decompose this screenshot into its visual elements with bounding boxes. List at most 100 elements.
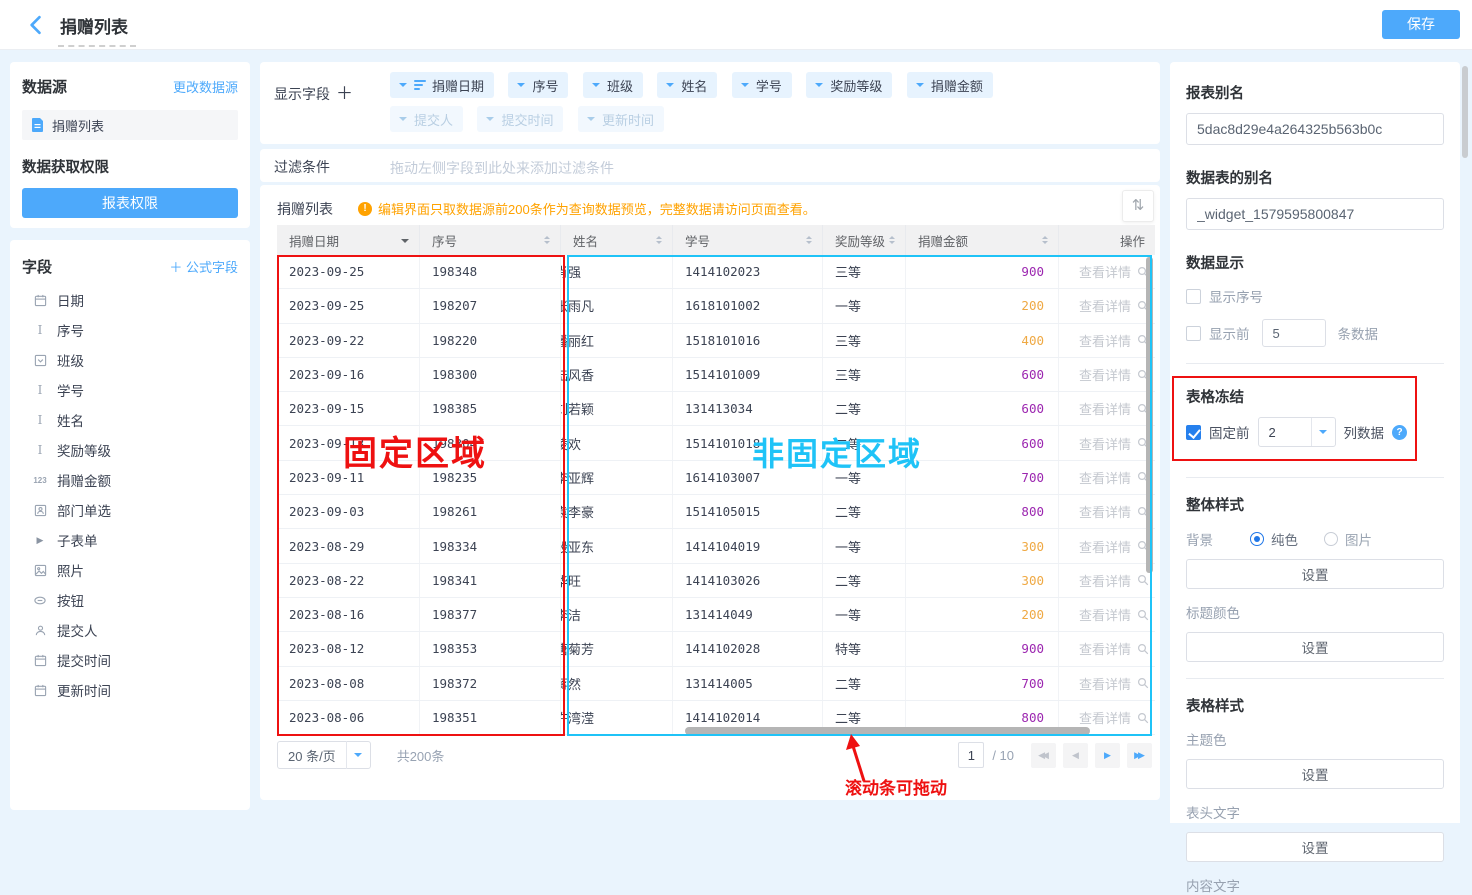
back-icon[interactable] (26, 15, 46, 35)
datasource-item[interactable]: 捐赠列表 (22, 110, 238, 140)
field-list-item[interactable]: 123 捐赠金额 (22, 465, 238, 495)
view-detail-link[interactable]: 查看详情 (1079, 399, 1131, 418)
field-list-item[interactable]: 部门单选 (22, 495, 238, 525)
table-sort-button[interactable]: ⇅ (1122, 190, 1154, 222)
sort-icon[interactable] (544, 233, 550, 247)
sort-icon[interactable] (806, 233, 812, 247)
chevron-down-icon[interactable] (399, 83, 407, 91)
field-list-item[interactable]: 提交时间 (22, 645, 238, 675)
page-number-input[interactable] (958, 742, 984, 768)
prev-page-button[interactable]: ◀ (1063, 743, 1088, 768)
magnifier-icon[interactable] (1137, 643, 1149, 655)
view-detail-link[interactable]: 查看详情 (1079, 296, 1131, 315)
magnifier-icon[interactable] (1137, 574, 1149, 586)
field-list-item[interactable]: I 序号 (22, 315, 238, 345)
header-text-set-button[interactable]: 设置 (1186, 832, 1444, 862)
view-detail-link[interactable]: 查看详情 (1079, 674, 1131, 693)
chevron-down-icon[interactable] (592, 83, 600, 91)
table-column-header[interactable]: 序号 (420, 225, 561, 255)
sort-icon[interactable] (656, 233, 662, 247)
field-list-item[interactable]: 照片 (22, 555, 238, 585)
chevron-down-icon[interactable] (666, 83, 674, 91)
report-alias-input[interactable] (1186, 113, 1444, 145)
sort-icon[interactable] (1042, 233, 1048, 247)
show-first-count-input[interactable] (1262, 319, 1326, 347)
field-list-item[interactable]: 班级 (22, 345, 238, 375)
display-field-chip-inactive[interactable]: 提交人 (390, 106, 463, 132)
display-field-chip[interactable]: 捐赠日期 (390, 72, 494, 98)
view-detail-link[interactable]: 查看详情 (1079, 639, 1131, 658)
chevron-down-icon[interactable] (399, 117, 407, 125)
view-detail-link[interactable]: 查看详情 (1079, 571, 1131, 590)
field-list-item[interactable]: I 姓名 (22, 405, 238, 435)
field-list-item[interactable]: 按钮 (22, 585, 238, 615)
view-detail-link[interactable]: 查看详情 (1079, 537, 1131, 556)
theme-color-set-button[interactable]: 设置 (1186, 759, 1444, 789)
help-icon[interactable]: ? (1392, 425, 1407, 440)
display-field-chip[interactable]: 序号 (508, 72, 568, 98)
view-detail-link[interactable]: 查看详情 (1079, 365, 1131, 384)
change-datasource-link[interactable]: 更改数据源 (173, 77, 238, 96)
page-size-select[interactable]: 20 条/页 (277, 741, 371, 769)
field-list-item[interactable]: ▶ 子表单 (22, 525, 238, 555)
magnifier-icon[interactable] (1137, 677, 1149, 689)
field-list-item[interactable]: 更新时间 (22, 675, 238, 705)
field-list-item[interactable]: I 奖励等级 (22, 435, 238, 465)
freeze-checkbox[interactable] (1186, 425, 1201, 440)
chevron-down-icon[interactable] (741, 83, 749, 91)
chevron-down-icon[interactable] (1311, 418, 1335, 446)
view-detail-link[interactable]: 查看详情 (1079, 434, 1131, 453)
display-field-chip-inactive[interactable]: 提交时间 (477, 106, 563, 132)
chevron-down-icon[interactable] (916, 83, 924, 91)
right-panel-scrollbar[interactable] (1462, 66, 1468, 158)
table-alias-input[interactable] (1186, 198, 1444, 230)
view-detail-link[interactable]: 查看详情 (1079, 605, 1131, 624)
table-column-header[interactable]: 捐赠金额 (906, 225, 1059, 255)
display-field-chip[interactable]: 捐赠金额 (907, 72, 993, 98)
table-column-header[interactable]: 操作 (1059, 225, 1155, 255)
add-formula-field-link[interactable]: ＋ 公式字段 (169, 257, 238, 276)
magnifier-icon[interactable] (1137, 609, 1149, 621)
title-color-set-button[interactable]: 设置 (1186, 632, 1444, 662)
freeze-count-select[interactable]: 2 (1258, 417, 1336, 447)
last-page-button[interactable]: ▶▶ (1127, 743, 1152, 768)
chevron-down-icon[interactable] (587, 117, 595, 125)
display-field-chip[interactable]: 班级 (583, 72, 643, 98)
background-set-button[interactable]: 设置 (1186, 559, 1444, 589)
field-list-item[interactable]: 日期 (22, 285, 238, 315)
display-field-chip[interactable]: 姓名 (657, 72, 717, 98)
table-column-header[interactable]: 奖励等级 (823, 225, 906, 255)
view-detail-link[interactable]: 查看详情 (1079, 468, 1131, 487)
magnifier-icon[interactable] (1137, 712, 1149, 724)
chevron-down-icon[interactable] (346, 741, 370, 769)
add-field-icon[interactable]: ＋ (336, 84, 353, 103)
vertical-scrollbar[interactable] (1146, 257, 1153, 573)
sort-icon[interactable] (401, 239, 409, 247)
show-first-checkbox[interactable] (1186, 326, 1201, 341)
field-list-item[interactable]: 提交人 (22, 615, 238, 645)
view-detail-link[interactable]: 查看详情 (1079, 262, 1131, 281)
view-detail-link[interactable]: 查看详情 (1079, 331, 1131, 350)
table-column-header[interactable]: 学号 (673, 225, 823, 255)
solid-color-radio[interactable] (1250, 532, 1264, 546)
horizontal-scrollbar[interactable] (685, 727, 1090, 735)
save-button[interactable]: 保存 (1382, 10, 1460, 39)
display-field-chip[interactable]: 奖励等级 (806, 72, 892, 98)
next-page-button[interactable]: ▶ (1095, 743, 1120, 768)
table-column-header[interactable]: 姓名 (561, 225, 673, 255)
view-detail-link[interactable]: 查看详情 (1079, 708, 1131, 727)
show-serial-checkbox[interactable] (1186, 289, 1201, 304)
display-field-chip-inactive[interactable]: 更新时间 (578, 106, 664, 132)
field-list-item[interactable]: I 学号 (22, 375, 238, 405)
display-field-chip[interactable]: 学号 (732, 72, 792, 98)
filter-dropzone[interactable]: 拖动左侧字段到此处来添加过滤条件 (390, 158, 614, 178)
chevron-down-icon[interactable] (517, 83, 525, 91)
sort-icon[interactable] (889, 233, 895, 247)
first-page-button[interactable]: ◀◀ (1031, 743, 1056, 768)
table-column-header[interactable]: 捐赠日期 (277, 225, 420, 255)
report-permission-button[interactable]: 报表权限 (22, 188, 238, 218)
image-radio[interactable] (1324, 532, 1338, 546)
view-detail-link[interactable]: 查看详情 (1079, 502, 1131, 521)
chevron-down-icon[interactable] (815, 83, 823, 91)
chevron-down-icon[interactable] (486, 117, 494, 125)
